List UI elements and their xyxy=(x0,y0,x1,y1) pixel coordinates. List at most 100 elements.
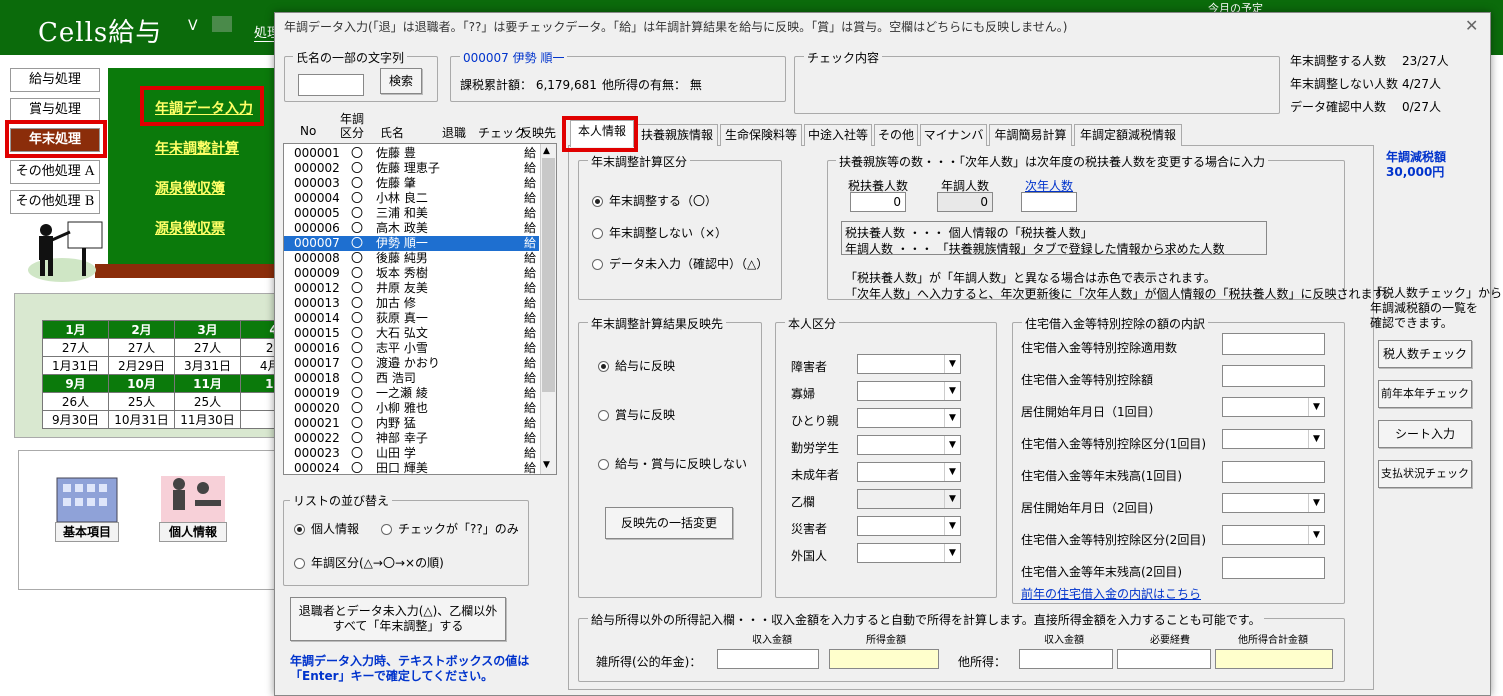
table-row[interactable]: 000013 〇加古 修 給 xyxy=(284,296,539,311)
table-row[interactable]: 000016 〇志平 小雪 給 xyxy=(284,341,539,356)
other-expense-field[interactable] xyxy=(1117,649,1211,669)
basic-item-button[interactable]: 基本項目 xyxy=(45,470,130,545)
row-h: 給 xyxy=(524,416,537,430)
loan-select[interactable]: ▼ xyxy=(1222,493,1325,513)
table-row[interactable]: 000008 〇後藤 純男 給 xyxy=(284,251,539,266)
table-row[interactable]: 000014 〇荻原 真一 給 xyxy=(284,311,539,326)
menu-bonus[interactable]: 賞与処理 xyxy=(10,98,100,122)
search-input[interactable] xyxy=(298,74,364,96)
tab-5[interactable]: マイナンバー xyxy=(920,124,987,162)
tab-2[interactable]: 生命保険料等 xyxy=(720,124,802,146)
tax-dependents-field[interactable]: 0 xyxy=(850,192,906,212)
loan-field[interactable] xyxy=(1222,365,1325,387)
employee-list[interactable]: 000001 〇佐藤 豊給 000002 〇佐藤 理恵子給 000003 〇佐藤 肇給 00… xyxy=(283,143,557,475)
link-gensen-slip[interactable]: 源泉徴収票 xyxy=(155,218,225,238)
chevron-down-icon: ▼ xyxy=(1308,494,1324,512)
prev-current-check-button[interactable]: 前年本年チェック xyxy=(1378,380,1472,408)
table-row[interactable]: 000005 〇三浦 和美 給 xyxy=(284,206,539,221)
person-kubun-select[interactable]: ▼ xyxy=(857,381,961,401)
menu-other-b[interactable]: その他処理 B xyxy=(10,190,100,214)
table-row[interactable]: 000017 〇渡邉 かおり 給 xyxy=(284,356,539,371)
bulk-nencho-button[interactable]: 退職者とデータ未入力(△)、乙欄以外 すべて「年末調整」する xyxy=(290,597,506,641)
row-name: 小柳 雅也 xyxy=(376,401,428,415)
dep-note-2: 年調人数 ・・・ 「扶養親族情報」タブで登録した情報から求めた人数 xyxy=(845,242,1225,256)
person-kubun-select[interactable]: ▼ xyxy=(857,543,961,563)
row-no: 000003 xyxy=(294,176,340,190)
reflect-option-none[interactable]: 給与・賞与に反映しない xyxy=(598,455,747,472)
table-row[interactable]: 000004 〇小林 良二 給 xyxy=(284,191,539,206)
loan-field[interactable] xyxy=(1222,333,1325,355)
table-row[interactable]: 000023 〇山田 学 給 xyxy=(284,446,539,461)
row-h: 給 xyxy=(524,311,537,325)
table-row[interactable]: 000015 〇大石 弘文 給 xyxy=(284,326,539,341)
tab-6[interactable]: 年調簡易計算 xyxy=(989,124,1072,146)
pension-income-field[interactable] xyxy=(717,649,819,669)
scroll-thumb[interactable] xyxy=(542,158,555,392)
next-year-dependents-field[interactable] xyxy=(1021,192,1077,212)
payment-check-button[interactable]: 支払状況チェック xyxy=(1378,460,1472,488)
search-button[interactable]: 検索 xyxy=(380,68,422,94)
tab-1[interactable]: 扶養親族情報 xyxy=(636,124,718,146)
menu-other-a[interactable]: その他処理 A xyxy=(10,160,100,184)
person-kubun-select[interactable]: ▼ xyxy=(857,435,961,455)
sheet-input-button[interactable]: シート入力 xyxy=(1378,420,1472,448)
sort-option-kubun[interactable]: 年調区分(△→〇→×の順) xyxy=(294,554,444,571)
other-income-field[interactable] xyxy=(1019,649,1113,669)
calc-option-pending[interactable]: データ未入力（確認中）（△） xyxy=(592,255,768,272)
tab-3[interactable]: 中途入社等 xyxy=(804,124,872,146)
person-kubun-label: ひとり親 xyxy=(791,414,839,428)
sort-option-personal[interactable]: 個人情報 xyxy=(294,520,359,537)
table-row[interactable]: 000018 〇西 浩司 給 xyxy=(284,371,539,386)
person-kubun-select[interactable]: ▼ xyxy=(857,408,961,428)
loan-select[interactable]: ▼ xyxy=(1222,429,1325,449)
prev-loan-link[interactable]: 前年の住宅借入金の内訳はこちら xyxy=(1021,585,1201,602)
table-row[interactable]: 000001 〇佐藤 豊 給 xyxy=(284,146,539,161)
loan-field[interactable] xyxy=(1222,557,1325,579)
table-row[interactable]: 000006 〇高木 政美 給 xyxy=(284,221,539,236)
table-row[interactable]: 000021 〇内野 猛 給 xyxy=(284,416,539,431)
table-row[interactable]: 000024 〇田口 輝美 給 xyxy=(284,461,539,476)
personal-info-button[interactable]: 個人情報 xyxy=(155,470,235,545)
person-kubun-select[interactable]: ▼ xyxy=(857,462,961,482)
row-no: 000002 xyxy=(294,161,340,175)
link-nencho-calc[interactable]: 年末調整計算 xyxy=(155,138,239,158)
reflect-bulk-button[interactable]: 反映先の一括変更 xyxy=(605,507,733,539)
reflect-option-bonus[interactable]: 賞与に反映 xyxy=(598,406,675,423)
menu-salary[interactable]: 給与処理 xyxy=(10,68,100,92)
row-h: 給 xyxy=(524,236,537,250)
table-row[interactable]: 000003 〇佐藤 肇 給 xyxy=(284,176,539,191)
person-kubun-label: 未成年者 xyxy=(791,468,840,482)
close-icon[interactable]: ✕ xyxy=(1465,16,1478,35)
scroll-up-icon[interactable]: ▲ xyxy=(543,146,550,156)
row-no: 000020 xyxy=(294,401,340,415)
sort-option-check[interactable]: チェックが「??」のみ xyxy=(381,520,519,537)
reflect-option-salary[interactable]: 給与に反映 xyxy=(598,357,675,374)
link-gensen-book[interactable]: 源泉徴収簿 xyxy=(155,178,225,198)
list-scrollbar[interactable]: ▲ ▼ xyxy=(540,144,556,474)
row-k: 〇 xyxy=(351,326,364,340)
version-label: V xyxy=(188,18,198,34)
person-kubun-select[interactable]: ▼ xyxy=(857,354,961,374)
table-row[interactable]: 000019 〇一之瀬 綾 給 xyxy=(284,386,539,401)
loan-select[interactable]: ▼ xyxy=(1222,397,1325,417)
table-row[interactable]: 000009 〇坂本 秀樹 給 xyxy=(284,266,539,281)
loan-field[interactable] xyxy=(1222,461,1325,483)
calc-option-do[interactable]: 年末調整する（〇） xyxy=(592,192,717,209)
radio-off-icon xyxy=(381,524,392,535)
loan-select[interactable]: ▼ xyxy=(1222,525,1325,545)
table-row[interactable]: 000007 〇伊勢 順一 給 xyxy=(284,236,539,251)
person-kubun-select[interactable]: ▼ xyxy=(857,516,961,536)
calc-option-dont[interactable]: 年末調整しない（×） xyxy=(592,224,727,241)
scroll-down-icon[interactable]: ▼ xyxy=(543,460,550,470)
table-row[interactable]: 000012 〇井原 友美 給 xyxy=(284,281,539,296)
table-row[interactable]: 000022 〇神部 幸子 給 xyxy=(284,431,539,446)
tab-7[interactable]: 年調定額減税情報 xyxy=(1074,124,1182,146)
tax-count-check-button[interactable]: 税人数チェック xyxy=(1378,340,1472,368)
radio-on-icon xyxy=(598,361,609,372)
tab-4[interactable]: その他 xyxy=(874,124,918,146)
stat-label-3: データ確認中人数 xyxy=(1290,100,1387,114)
table-row[interactable]: 000002 〇佐藤 理恵子 給 xyxy=(284,161,539,176)
pension-shotoku-field[interactable] xyxy=(829,649,939,669)
row-no: 000012 xyxy=(294,281,340,295)
table-row[interactable]: 000020 〇小柳 雅也 給 xyxy=(284,401,539,416)
